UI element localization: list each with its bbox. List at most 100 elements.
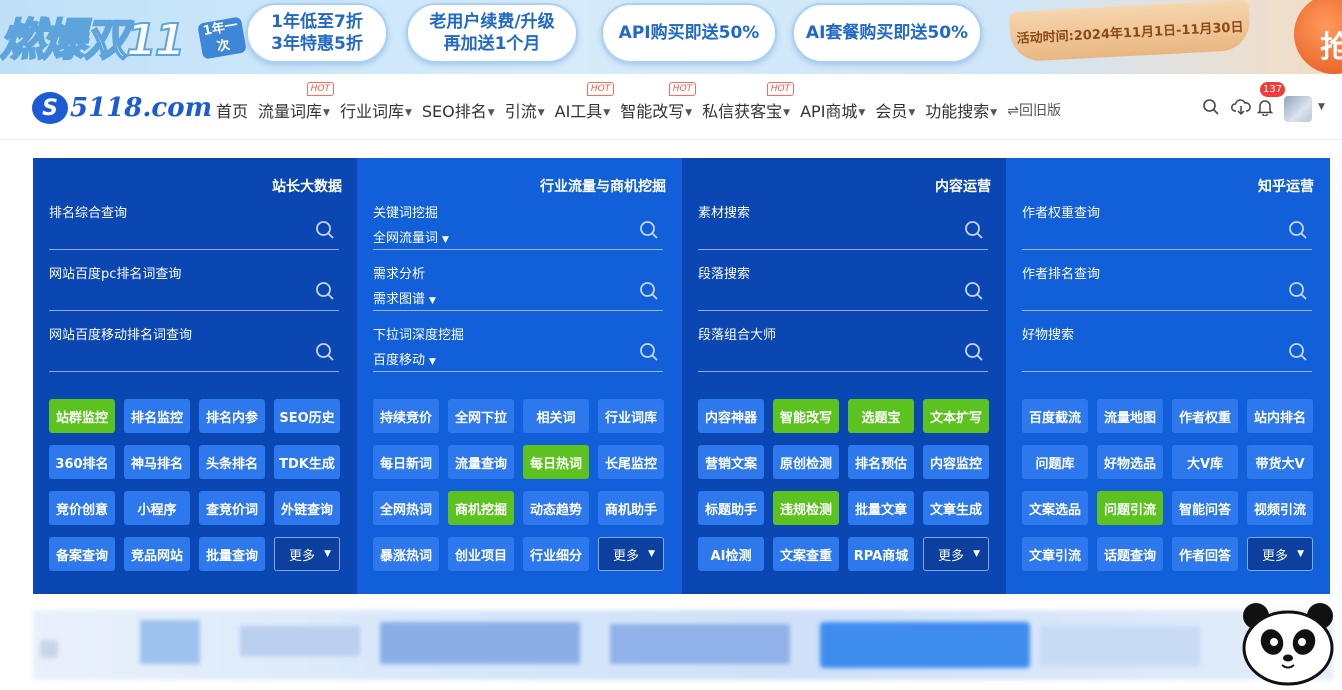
tool-button[interactable]: 站内排名	[1247, 399, 1313, 433]
tool-button[interactable]: 内容神器	[698, 399, 764, 433]
tool-button[interactable]: 查竞价词	[199, 491, 265, 525]
tool-button[interactable]: 大V库	[1172, 445, 1238, 479]
tool-button[interactable]: 批量查询	[199, 537, 265, 571]
search-icon[interactable]	[1288, 220, 1308, 240]
tool-button[interactable]: 标题助手	[698, 491, 764, 525]
search-icon[interactable]	[639, 220, 659, 240]
tool-button[interactable]: 作者回答	[1172, 537, 1238, 571]
tool-button[interactable]: 神马排名	[124, 445, 190, 479]
tool-button[interactable]: 动态趋势	[523, 491, 589, 525]
tool-button[interactable]: 持续竞价	[373, 399, 439, 433]
search-icon[interactable]	[315, 342, 335, 362]
search-icon[interactable]	[639, 342, 659, 362]
search-icon[interactable]	[964, 281, 984, 301]
tool-button[interactable]: 百度截流	[1022, 399, 1088, 433]
nav-menu-item[interactable]: 会员▼	[875, 98, 915, 122]
tool-button[interactable]: 全网热词	[373, 491, 439, 525]
grab-button[interactable]: 抢	[1294, 0, 1342, 74]
tool-button[interactable]: 文案选品	[1022, 491, 1088, 525]
tool-button[interactable]: 作者权重	[1172, 399, 1238, 433]
tool-button[interactable]: 文章生成	[923, 491, 989, 525]
old-version-link[interactable]: ⇌回旧版	[1007, 100, 1061, 120]
search-field[interactable]: 需求分析 需求图谱 ▼	[373, 261, 663, 311]
tool-button[interactable]: 问题引流	[1097, 491, 1163, 525]
site-logo[interactable]: S 5118.com	[32, 92, 212, 124]
search-field[interactable]: 段落组合大师	[698, 322, 988, 372]
search-icon[interactable]	[315, 220, 335, 240]
tool-button[interactable]: 商机挖掘	[448, 491, 514, 525]
tool-button[interactable]: 站群监控	[49, 399, 115, 433]
search-scope-select[interactable]: 全网流量词 ▼	[373, 227, 449, 246]
tool-button[interactable]: TDK生成	[274, 445, 340, 479]
tool-button[interactable]: 问题库	[1022, 445, 1088, 479]
tool-button[interactable]: 流量查询	[448, 445, 514, 479]
tool-button[interactable]: 暴涨热词	[373, 537, 439, 571]
search-field[interactable]: 网站百度移动排名词查询	[49, 322, 339, 372]
search-icon[interactable]	[1288, 342, 1308, 362]
tool-button[interactable]: 文本扩写	[923, 399, 989, 433]
nav-menu-item[interactable]: SEO排名▼	[422, 98, 495, 122]
tool-button[interactable]: 竞价创意	[49, 491, 115, 525]
tool-button[interactable]: 带货大V	[1247, 445, 1313, 479]
nav-menu-item[interactable]: 功能搜索▼	[925, 98, 997, 122]
tool-button[interactable]: 排名预估	[848, 445, 914, 479]
search-icon[interactable]	[315, 281, 335, 301]
search-icon[interactable]	[964, 342, 984, 362]
tool-button[interactable]: 相关词	[523, 399, 589, 433]
search-field[interactable]: 下拉词深度挖掘 百度移动 ▼	[373, 322, 663, 372]
tool-button[interactable]: 原创检测	[773, 445, 839, 479]
nav-menu-item[interactable]: API商城▼	[800, 98, 865, 122]
tool-button[interactable]: 每日新词	[373, 445, 439, 479]
search-field[interactable]: 作者排名查询	[1022, 261, 1312, 311]
more-dropdown-button[interactable]: 更多 ▼	[1247, 537, 1313, 571]
tool-button[interactable]: 内容监控	[923, 445, 989, 479]
tool-button[interactable]: AI检测	[698, 537, 764, 571]
promo-pill-3[interactable]: API购买即送50%	[601, 3, 777, 63]
tool-button[interactable]: RPA商城	[848, 537, 914, 571]
tool-button[interactable]: 营销文案	[698, 445, 764, 479]
more-dropdown-button[interactable]: 更多 ▼	[923, 537, 989, 571]
nav-menu-item[interactable]: 行业词库▼	[340, 98, 412, 122]
tool-button[interactable]: 智能问答	[1172, 491, 1238, 525]
tool-button[interactable]: 选题宝	[848, 399, 914, 433]
tool-button[interactable]: 排名监控	[124, 399, 190, 433]
nav-menu-item[interactable]: 引流▼	[505, 98, 545, 122]
promo-banner[interactable]: 燃爆双11 1年一次 1年低至7折 3年特惠5折 老用户续费/升级 再加送1个月…	[0, 0, 1342, 74]
search-icon[interactable]	[1288, 281, 1308, 301]
tool-button[interactable]: 备案查询	[49, 537, 115, 571]
tool-button[interactable]: 违规检测	[773, 491, 839, 525]
tool-button[interactable]: 智能改写	[773, 399, 839, 433]
tool-button[interactable]: 批量文章	[848, 491, 914, 525]
tool-button[interactable]: 排名内参	[199, 399, 265, 433]
tool-button[interactable]: 竞品网站	[124, 537, 190, 571]
tool-button[interactable]: 视频引流	[1247, 491, 1313, 525]
more-dropdown-button[interactable]: 更多 ▼	[274, 537, 340, 571]
chevron-down-icon[interactable]: ▼	[1318, 102, 1325, 112]
cloud-download-icon[interactable]	[1230, 96, 1252, 118]
tool-button[interactable]: 行业词库	[598, 399, 664, 433]
tool-button[interactable]: 每日热词	[523, 445, 589, 479]
tool-button[interactable]: 全网下拉	[448, 399, 514, 433]
user-avatar[interactable]	[1284, 96, 1312, 122]
tool-button[interactable]: 创业项目	[448, 537, 514, 571]
promo-pill-2[interactable]: 老用户续费/升级 再加送1个月	[406, 3, 578, 63]
search-icon[interactable]	[639, 281, 659, 301]
nav-menu-item[interactable]: 流量词库▼ HOT	[258, 82, 334, 122]
tool-button[interactable]: 小程序	[124, 491, 190, 525]
promo-pill-4[interactable]: AI套餐购买即送50%	[792, 3, 982, 63]
tool-button[interactable]: 行业细分	[523, 537, 589, 571]
search-scope-select[interactable]: 百度移动 ▼	[373, 349, 436, 368]
search-field[interactable]: 好物搜索	[1022, 322, 1312, 372]
search-scope-select[interactable]: 需求图谱 ▼	[373, 288, 436, 307]
tool-button[interactable]: 头条排名	[199, 445, 265, 479]
tool-button[interactable]: 好物选品	[1097, 445, 1163, 479]
search-field[interactable]: 段落搜索	[698, 261, 988, 311]
tool-button[interactable]: 外链查询	[274, 491, 340, 525]
tool-button[interactable]: 话题查询	[1097, 537, 1163, 571]
nav-menu-item[interactable]: 首页	[216, 98, 248, 122]
more-dropdown-button[interactable]: 更多 ▼	[598, 537, 664, 571]
search-field[interactable]: 排名综合查询	[49, 200, 339, 250]
tool-button[interactable]: 文案查重	[773, 537, 839, 571]
tool-button[interactable]: 文章引流	[1022, 537, 1088, 571]
panda-mascot-icon[interactable]	[1240, 600, 1336, 686]
